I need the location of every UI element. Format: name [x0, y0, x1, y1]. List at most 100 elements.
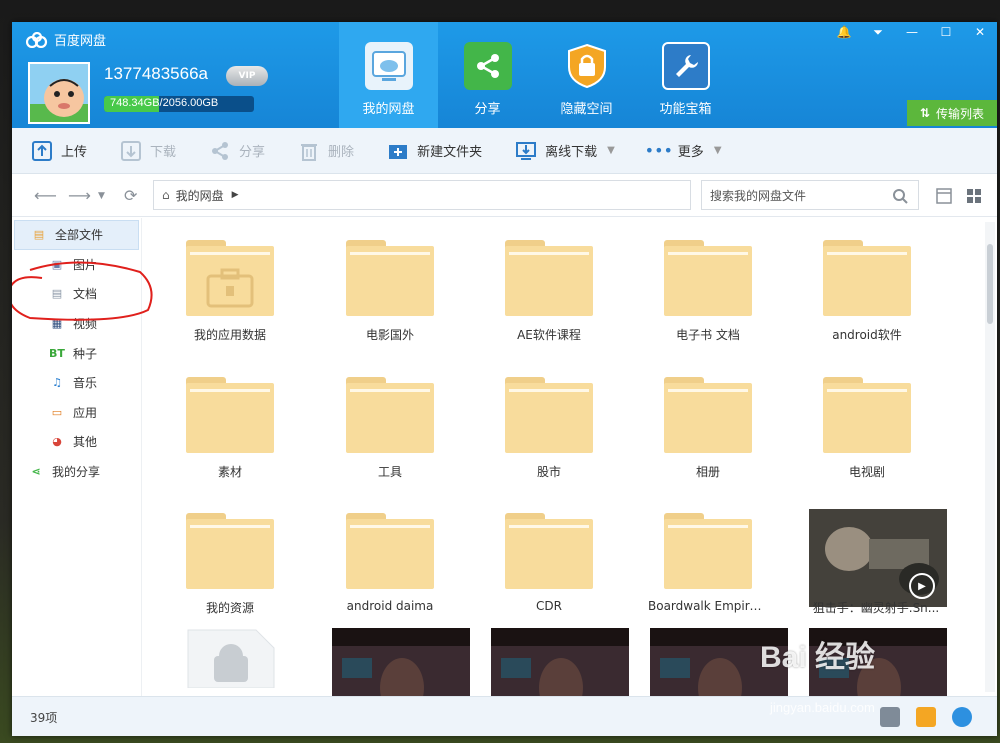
file-item[interactable]: 我的资源	[170, 491, 320, 621]
download-label: 下载	[150, 145, 177, 160]
tab-hidden-space[interactable]: 隐藏空间	[537, 22, 636, 128]
play-icon[interactable]: ▶	[909, 573, 935, 599]
home-icon[interactable]: ⌂	[162, 188, 170, 202]
download-button[interactable]: 下载	[121, 140, 177, 161]
sidebar-item-video[interactable]: ▦ 视频	[12, 309, 141, 339]
back-arrow-icon[interactable]: ⟵	[34, 186, 57, 205]
history-dropdown-icon[interactable]: ▼	[98, 191, 105, 201]
file-item[interactable]: 股市	[489, 355, 639, 485]
app-logo: 百度网盘	[26, 30, 106, 49]
tab-my-netdisk[interactable]: 我的网盘	[339, 22, 438, 128]
trash-icon	[299, 141, 319, 161]
scrollbar-thumb[interactable]	[987, 244, 993, 324]
file-name: 我的资源	[205, 601, 254, 615]
sidebar-item-document[interactable]: ▤ 文档	[12, 279, 141, 309]
tab-toolbox[interactable]: 功能宝箱	[636, 22, 735, 128]
sidebar-item-label: 其他	[73, 435, 98, 450]
refresh-icon[interactable]: ⟳	[124, 186, 137, 205]
main-nav: 我的网盘 分享 隐藏空间 功能宝箱	[339, 22, 735, 128]
folder-icon	[186, 513, 274, 589]
share-button[interactable]: 分享	[210, 141, 265, 161]
video-thumbnail: ▶	[809, 509, 947, 607]
file-name: 电影国外	[365, 328, 414, 342]
tab-share[interactable]: 分享	[438, 22, 537, 128]
file-item[interactable]: 我的应用数据	[170, 218, 320, 348]
maximize-icon[interactable]: ☐	[929, 22, 963, 42]
storage-quota-bar: 748.34GB/2056.00GB	[104, 96, 254, 112]
new-folder-button[interactable]: 新建文件夹	[388, 141, 482, 161]
item-count: 39项	[30, 711, 58, 725]
file-item[interactable]: 电子书 文档	[648, 218, 798, 348]
tab-label: 我的网盘	[362, 102, 415, 117]
file-name: 相册	[695, 465, 720, 479]
forward-arrow-icon[interactable]: ⟶	[68, 186, 91, 205]
sidebar-item-music[interactable]: ♫ 音乐	[12, 368, 141, 398]
list-view-icon[interactable]	[936, 188, 952, 204]
notification-bell-icon[interactable]: 🔔	[827, 22, 861, 42]
search-icon[interactable]	[892, 188, 908, 204]
download-icon	[121, 140, 142, 161]
new-folder-icon	[388, 141, 408, 161]
file-item[interactable]: 电视剧	[807, 355, 957, 485]
avatar[interactable]	[28, 62, 90, 124]
cloud-drive-icon	[364, 42, 413, 90]
offline-download-button[interactable]: 离线下载 ▼	[516, 141, 615, 161]
file-item[interactable]	[330, 628, 480, 696]
sidebar-item-label: 应用	[73, 405, 98, 420]
sidebar-item-bt[interactable]: BT 种子	[12, 338, 141, 368]
file-item[interactable]: Boardwalk Empire ...	[648, 491, 798, 621]
sidebar-item-label: 音乐	[73, 376, 98, 391]
file-item[interactable]: 相册	[648, 355, 798, 485]
sidebar-item-other[interactable]: ◕ 其他	[12, 427, 141, 457]
vertical-scrollbar[interactable]	[985, 222, 995, 692]
header: 百度网盘 1377483566a VIP 748.34GB/2056.00GB	[12, 22, 997, 128]
file-item[interactable]: AE软件课程	[489, 218, 639, 348]
upload-button[interactable]: 上传	[32, 140, 88, 161]
minimize-icon[interactable]: —	[895, 22, 929, 42]
file-item[interactable]: ▶ 狙击手：幽灵射手.Sn...	[807, 491, 957, 621]
folder-icon	[505, 240, 593, 316]
file-item[interactable]: CDR	[489, 491, 639, 621]
sidebar-item-label: 文档	[73, 287, 98, 302]
sidebar-item-app[interactable]: ▭ 应用	[12, 398, 141, 428]
chevron-down-icon[interactable]: ▼	[714, 145, 722, 156]
vip-badge[interactable]: VIP	[226, 66, 268, 86]
more-button[interactable]: ••• 更多 ▼	[645, 141, 722, 161]
chevron-down-icon[interactable]: ▼	[607, 145, 615, 156]
download-tray-icon[interactable]	[916, 707, 936, 727]
delete-button[interactable]: 删除	[299, 141, 354, 161]
delete-label: 删除	[328, 145, 355, 160]
sidebar-item-image[interactable]: ▣ 图片	[12, 250, 141, 280]
file-item[interactable]: 工具	[330, 355, 480, 485]
sidebar-item-my-share[interactable]: ⋖ 我的分享	[12, 457, 141, 487]
apps-grid-icon[interactable]	[880, 707, 900, 727]
sidebar-item-all-files[interactable]: ▤ 全部文件	[14, 220, 139, 250]
breadcrumb-root[interactable]: 我的网盘	[176, 187, 224, 204]
file-name: AE软件课程	[517, 328, 581, 342]
file-item[interactable]: android daima	[330, 491, 480, 621]
file-name: 股市	[536, 465, 561, 479]
dropdown-menu-icon[interactable]: ⏷	[861, 22, 895, 42]
file-grid: 我的应用数据 电影国外 AE软件课程 电子书 文档 android软件素材 工具 股市 相册 电…	[142, 218, 982, 696]
address-row: ⟵ ⟶ ▼ ⟳ ⌂ 我的网盘 ▶ 搜索我的网盘文件	[12, 175, 997, 217]
breadcrumb-chevron-icon[interactable]: ▶	[232, 190, 239, 200]
sidebar-item-label: 我的分享	[52, 465, 101, 480]
transfer-list-button[interactable]: ⇅ 传输列表	[907, 100, 997, 126]
file-item[interactable]	[170, 628, 320, 696]
upload-icon	[32, 140, 52, 161]
file-item[interactable]: 素材	[170, 355, 320, 485]
grid-view-icon[interactable]	[966, 188, 982, 204]
tab-label: 隐藏空间	[560, 102, 613, 117]
file-item[interactable]	[489, 628, 639, 696]
safe-lock-icon[interactable]	[952, 707, 972, 727]
file-item[interactable]: 电影国外	[330, 218, 480, 348]
share-toolbar-icon	[210, 141, 230, 161]
upload-label: 上传	[61, 145, 88, 160]
search-input[interactable]: 搜索我的网盘文件	[701, 180, 919, 210]
lock-shield-icon	[563, 42, 611, 90]
file-item[interactable]: android软件	[807, 218, 957, 348]
folder-icon	[346, 240, 434, 316]
breadcrumb[interactable]: ⌂ 我的网盘 ▶	[153, 180, 691, 210]
close-icon[interactable]: ✕	[963, 22, 997, 42]
folder-icon	[505, 513, 593, 589]
